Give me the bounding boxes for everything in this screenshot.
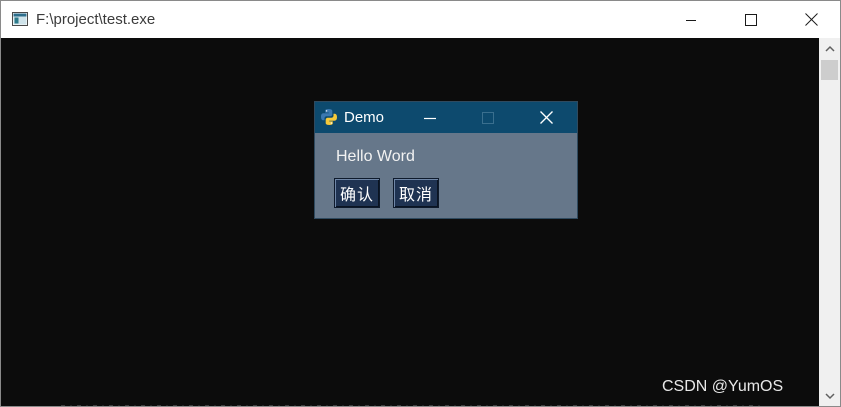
console-output[interactable] <box>1 38 819 406</box>
demo-maximize-button <box>465 102 511 133</box>
maximize-button[interactable] <box>728 1 774 38</box>
maximize-icon <box>482 111 494 124</box>
demo-dialog: Demo Hello Word 确认 取消 <box>314 101 578 219</box>
minimize-icon <box>686 19 696 21</box>
python-icon <box>321 109 337 125</box>
scrollbar-thumb[interactable] <box>821 60 838 80</box>
close-icon <box>539 111 553 124</box>
close-icon <box>804 13 818 26</box>
scroll-up-button[interactable] <box>819 38 840 58</box>
confirm-button[interactable]: 确认 <box>334 178 380 208</box>
close-button[interactable] <box>788 1 834 38</box>
console-titlebar[interactable]: F:\project\test.exe <box>1 1 840 38</box>
watermark: CSDN @YumOS <box>662 378 784 395</box>
demo-minimize-button[interactable] <box>407 102 453 133</box>
maximize-icon <box>745 13 757 26</box>
demo-title: Demo <box>344 109 385 126</box>
scroll-down-button[interactable] <box>819 386 840 406</box>
chevron-down-icon <box>824 392 835 399</box>
cancel-button[interactable]: 取消 <box>393 178 439 208</box>
vertical-scrollbar[interactable] <box>819 38 840 406</box>
console-text-artifact <box>61 405 761 406</box>
minimize-icon <box>424 117 436 119</box>
demo-close-button[interactable] <box>523 102 569 133</box>
chevron-up-icon <box>824 45 835 52</box>
hello-label: Hello Word <box>336 148 415 165</box>
window-title: F:\project\test.exe <box>36 11 156 28</box>
minimize-button[interactable] <box>668 1 714 38</box>
console-app-icon <box>12 12 28 26</box>
demo-titlebar[interactable]: Demo <box>315 102 577 133</box>
